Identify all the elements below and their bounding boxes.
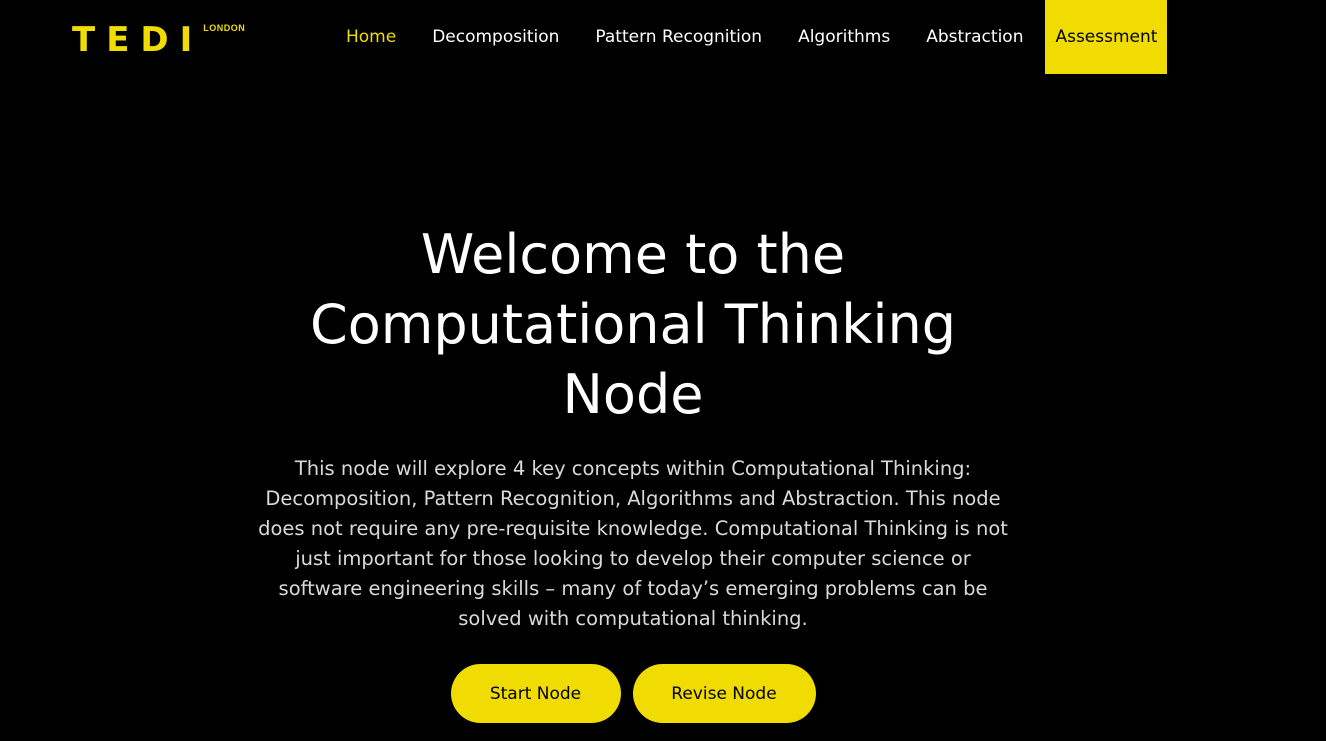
nav-decomposition[interactable]: Decomposition — [414, 0, 577, 74]
start-node-button[interactable]: Start Node — [450, 664, 621, 723]
hero-description: This node will explore 4 key concepts wi… — [258, 457, 1008, 630]
logo-mark: TEDI — [72, 20, 204, 60]
hero-buttons: Start Node Revise Node — [0, 664, 1266, 723]
revise-node-button[interactable]: Revise Node — [632, 664, 816, 723]
hero-section: Welcome to the Computational Thinking No… — [0, 220, 1266, 723]
nav-home[interactable]: Home — [328, 0, 414, 74]
nav-pattern-recognition[interactable]: Pattern Recognition — [577, 0, 780, 74]
tedi-logo[interactable]: TEDI LONDON — [72, 22, 245, 58]
page-title: Welcome to the Computational Thinking No… — [309, 223, 957, 426]
page: TEDI LONDON Home Decomposition Pattern R… — [0, 0, 1326, 741]
nav-algorithms[interactable]: Algorithms — [780, 0, 908, 74]
nav-assessment[interactable]: Assessment — [1045, 0, 1168, 74]
main-nav: Home Decomposition Pattern Recognition A… — [328, 0, 1168, 74]
logo-subtitle: LONDON — [203, 23, 246, 33]
nav-abstraction[interactable]: Abstraction — [908, 0, 1041, 74]
